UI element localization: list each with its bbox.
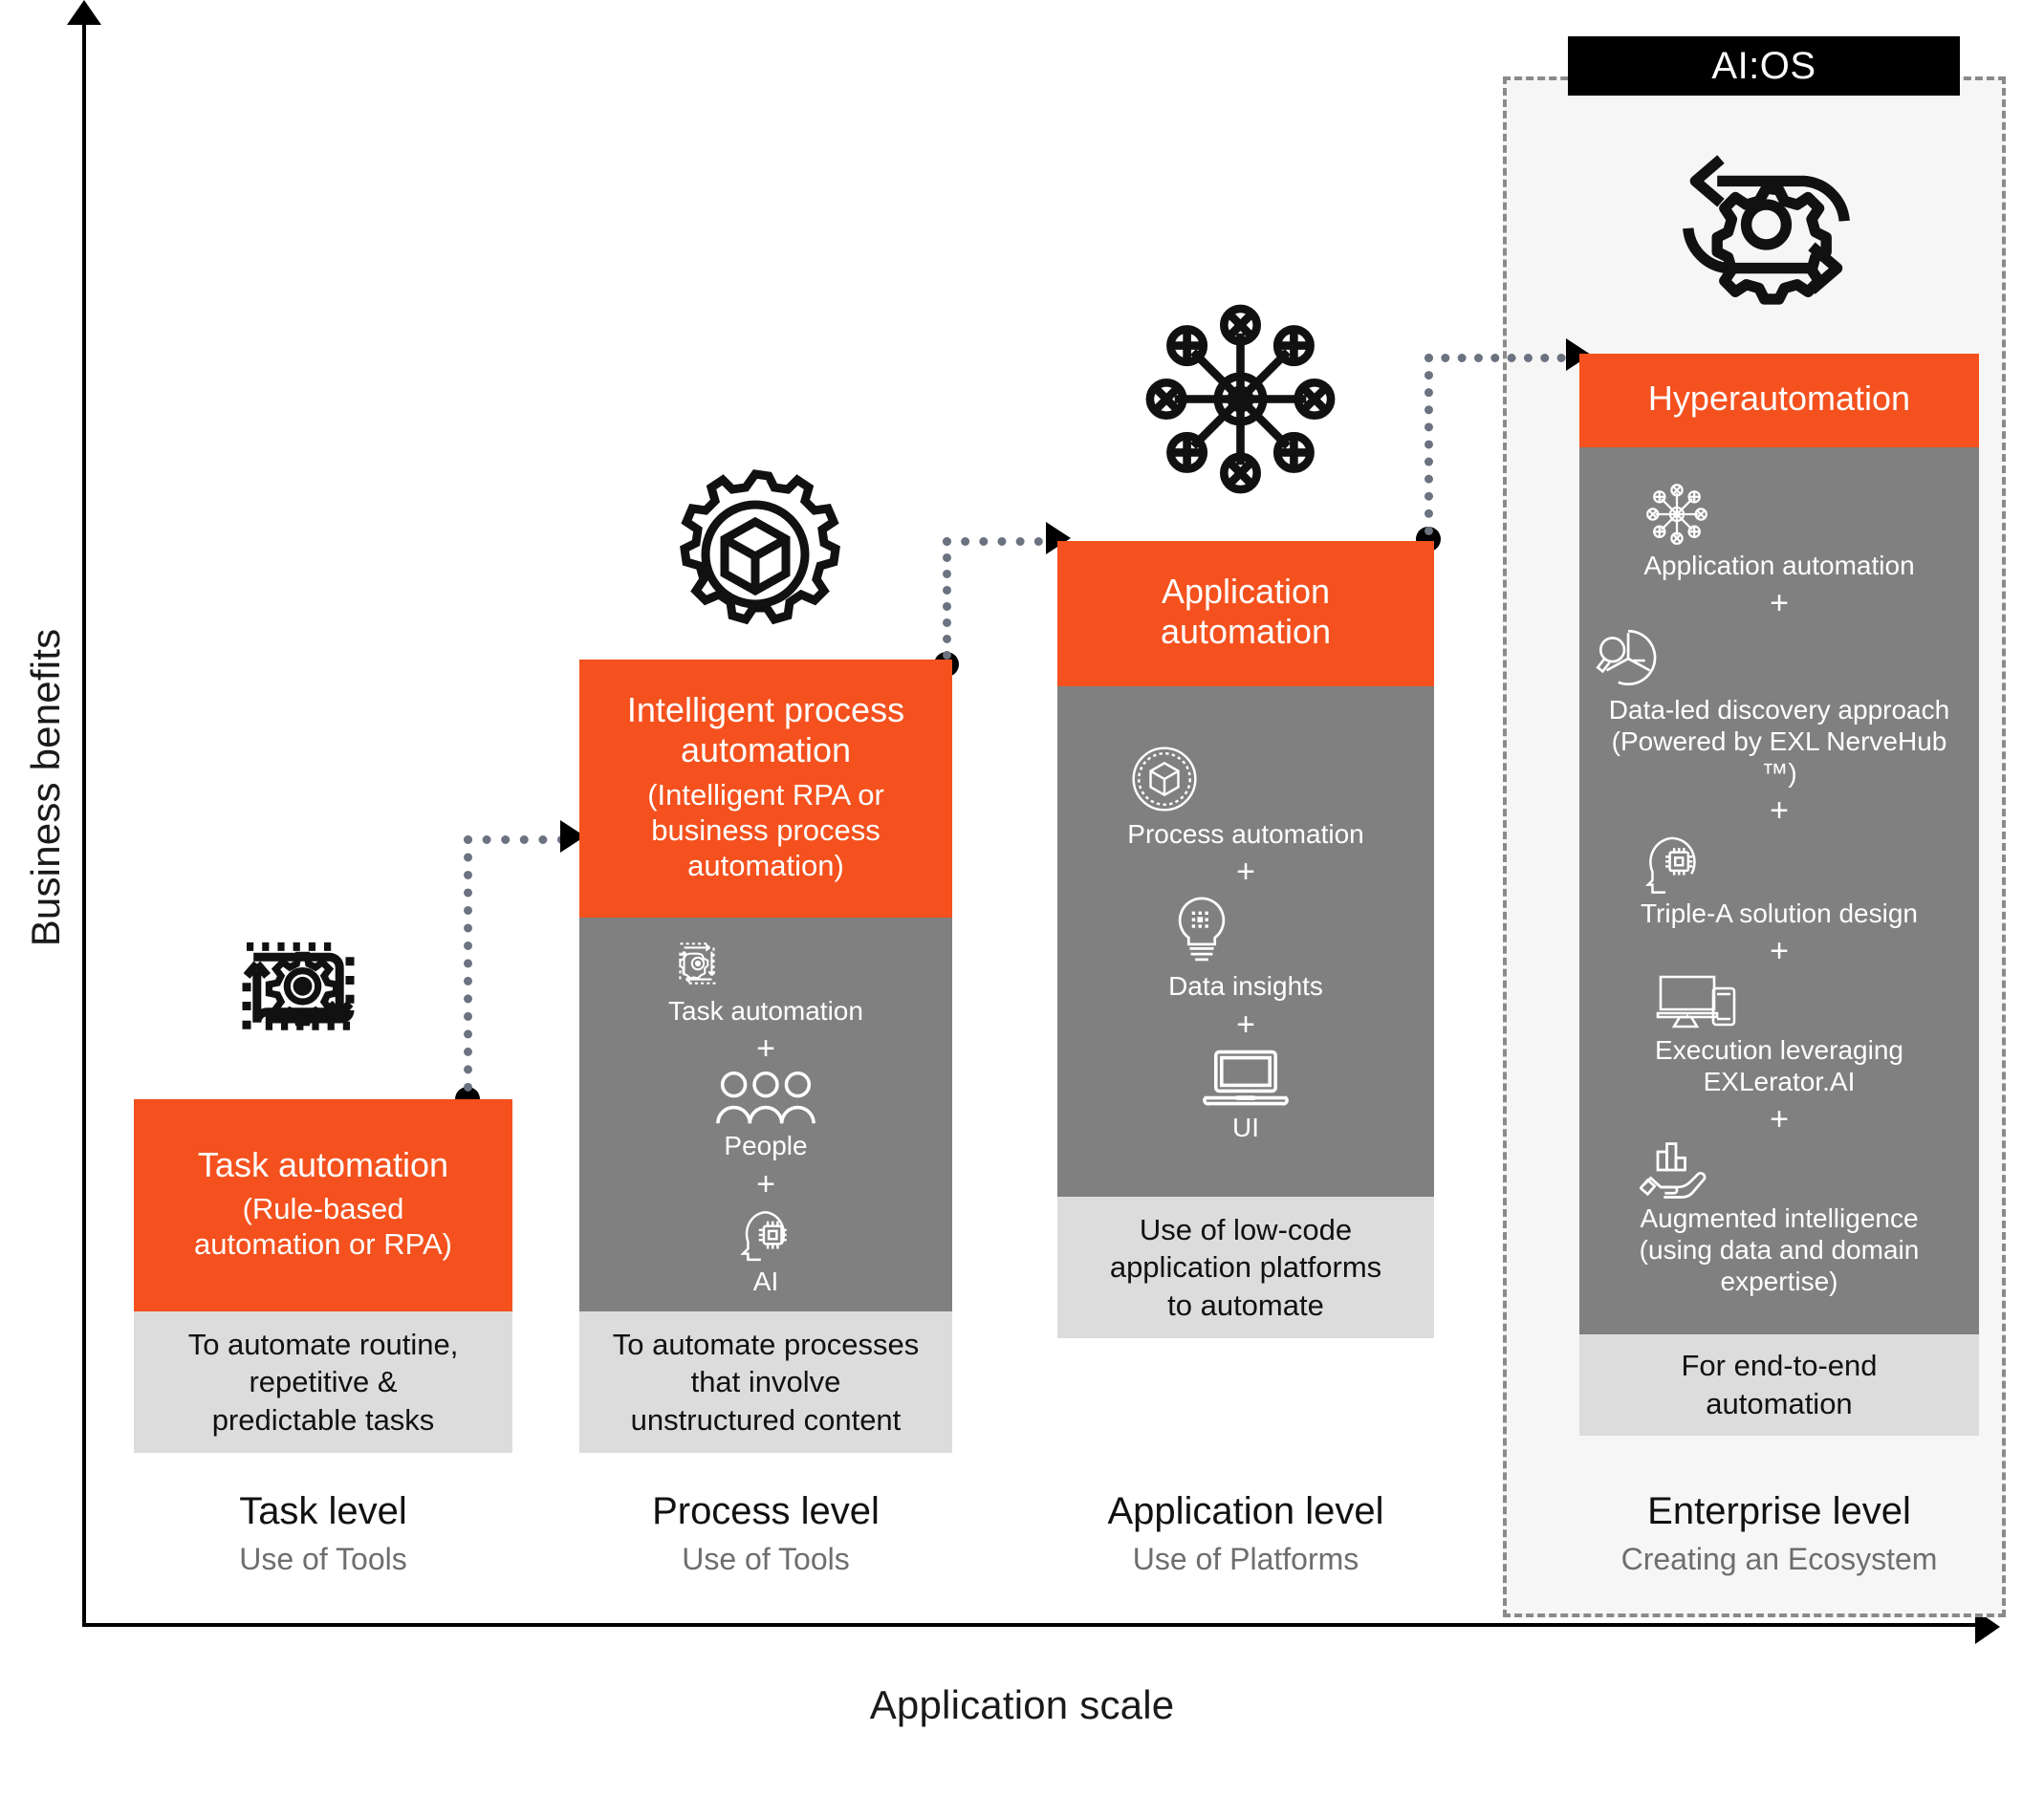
level-caption-enterprise: Enterprise level Creating an Ecosystem	[1579, 1489, 1979, 1577]
connector-horizontal-3	[1424, 354, 1582, 362]
column-process-subtitle: (Intelligent RPA or business process aut…	[647, 777, 884, 883]
column-hyperautomation: Hyperautomation Application automation +…	[1579, 354, 1979, 1436]
list-item-label: Augmented intelligence (using data and d…	[1639, 1203, 1920, 1297]
lightbulb-data-icon	[1168, 892, 1323, 968]
plus-separator: +	[1236, 1006, 1255, 1043]
task-automation-icon	[668, 934, 863, 993]
column-application-body: Process automation + Data insights + UI	[1057, 686, 1434, 1197]
column-process-header: Intelligent process automation (Intellig…	[579, 660, 952, 918]
column-task-title: Task automation	[197, 1144, 449, 1184]
network-hub-icon	[1138, 296, 1343, 502]
list-item: Process automation	[1127, 742, 1364, 850]
level-caption-application: Application level Use of Platforms	[1057, 1489, 1434, 1577]
list-item: Task automation	[668, 934, 863, 1027]
column-task-footer: To automate routine, repetitive & predic…	[134, 1311, 512, 1453]
column-hyperautomation-title: Hyperautomation	[1647, 378, 1911, 418]
column-task-subtitle: (Rule-based automation or RPA)	[194, 1192, 452, 1262]
diagram-canvas: Business benefits Application scale AI:O…	[0, 0, 2044, 1797]
column-hyperautomation-footer: For end-to-end automation	[1579, 1334, 1979, 1436]
x-axis	[84, 1623, 1989, 1627]
plus-separator: +	[1770, 791, 1789, 829]
y-axis-arrow-icon	[67, 0, 101, 25]
column-hyperautomation-body: Application automation + Data-led discov…	[1579, 447, 1979, 1334]
column-application-header: Application automation	[1057, 541, 1434, 686]
level-subtitle: Creating an Ecosystem	[1620, 1542, 1938, 1576]
level-caption-process: Process level Use of Tools	[579, 1489, 952, 1577]
list-item-label: Application automation	[1643, 550, 1915, 580]
list-item: Augmented intelligence (using data and d…	[1639, 1139, 1920, 1297]
level-title: Task level	[239, 1490, 407, 1532]
column-task-header: Task automation (Rule-based automation o…	[134, 1099, 512, 1311]
list-item: AI	[736, 1204, 795, 1297]
pie-search-icon	[1591, 623, 1968, 692]
list-item: People	[714, 1069, 817, 1161]
list-item-label: Task automation	[668, 996, 863, 1027]
y-axis-label: Business benefits	[23, 628, 68, 947]
list-item-label: Triple-A solution design	[1640, 898, 1918, 928]
connector-horizontal-2	[943, 537, 1061, 546]
people-icon	[714, 1069, 817, 1128]
column-task: Task automation (Rule-based automation o…	[134, 1099, 512, 1453]
list-item: Data-led discovery approach (Powered by …	[1591, 623, 1968, 789]
plus-separator: +	[756, 1165, 775, 1202]
gear-cube-icon	[660, 459, 851, 650]
gear-refresh-icon	[1663, 134, 1869, 315]
network-hub-icon	[1643, 481, 1914, 548]
list-item-label: UI	[1232, 1112, 1259, 1142]
list-item: Triple-A solution design	[1641, 831, 1918, 929]
connector-vertical-1	[464, 835, 472, 1092]
column-application-title: Application automation	[1160, 571, 1332, 651]
column-hyperautomation-header: Hyperautomation	[1579, 354, 1979, 447]
plus-separator: +	[1236, 854, 1255, 891]
column-process-title: Intelligent process automation	[626, 689, 905, 770]
list-item-label: Process automation	[1127, 819, 1364, 850]
list-item: UI	[1200, 1045, 1292, 1143]
list-item: Execution leveraging EXLerator.AI	[1655, 971, 1903, 1097]
level-subtitle: Use of Tools	[682, 1542, 850, 1576]
column-process-footer: To automate processes that involve unstr…	[579, 1311, 952, 1453]
column-application: Application automation Process automatio…	[1057, 541, 1434, 1338]
list-item-label: Execution leveraging EXLerator.AI	[1655, 1035, 1903, 1097]
level-title: Process level	[652, 1490, 880, 1532]
connector-vertical-3	[1424, 354, 1433, 535]
list-item-label: AI	[752, 1266, 779, 1296]
list-item-label: Data-led discovery approach (Powered by …	[1608, 694, 1950, 788]
list-item: Data insights	[1168, 892, 1323, 1002]
x-axis-label: Application scale	[869, 1682, 1175, 1727]
column-process-body: Task automation + People + AI	[579, 918, 952, 1311]
devices-icon	[1655, 971, 1903, 1032]
level-subtitle: Use of Platforms	[1132, 1542, 1359, 1576]
gear-cube-icon	[1127, 742, 1363, 816]
level-caption-task: Task level Use of Tools	[134, 1489, 512, 1577]
gear-cycle-icon	[212, 898, 384, 1071]
hand-chart-icon	[1639, 1139, 1920, 1201]
connector-vertical-2	[943, 537, 951, 660]
aios-banner: AI:OS	[1568, 36, 1960, 96]
aios-banner-label: AI:OS	[1711, 44, 1816, 87]
level-subtitle: Use of Tools	[239, 1542, 407, 1576]
column-application-footer: Use of low-code application platforms to…	[1057, 1197, 1434, 1338]
connector-horizontal-1	[464, 835, 566, 844]
laptop-icon	[1200, 1045, 1292, 1110]
plus-separator: +	[1770, 933, 1789, 969]
list-item: Application automation	[1643, 481, 1915, 581]
level-title: Enterprise level	[1647, 1490, 1911, 1532]
ai-head-icon	[1641, 831, 1918, 896]
column-process: Intelligent process automation (Intellig…	[579, 660, 952, 1453]
plus-separator: +	[1770, 1101, 1789, 1138]
ai-head-icon	[736, 1204, 795, 1264]
plus-separator: +	[1770, 584, 1789, 621]
list-item-label: Data insights	[1168, 971, 1323, 1002]
level-title: Application level	[1107, 1490, 1384, 1532]
plus-separator: +	[756, 1030, 775, 1068]
y-axis	[82, 13, 86, 1627]
list-item-label: People	[724, 1131, 808, 1161]
